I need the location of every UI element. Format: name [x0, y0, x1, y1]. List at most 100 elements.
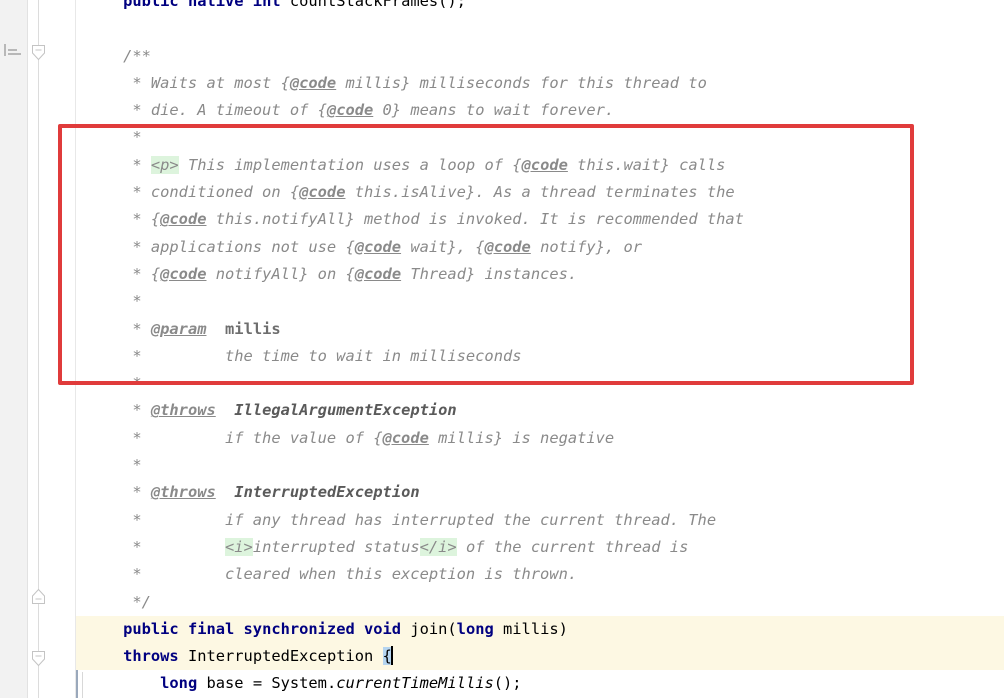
code-token: @code: [160, 210, 207, 229]
line-doc-throws-ie[interactable]: * @throws InterruptedException: [76, 479, 1004, 506]
line-doc-conditioned[interactable]: * conditioned on {@code this.isAlive}. A…: [76, 179, 1004, 206]
text-caret: [390, 646, 393, 666]
annotate-lines-icon[interactable]: [4, 44, 22, 58]
code-token: *: [86, 401, 151, 420]
code-token: long: [160, 674, 198, 693]
editor-fold-gutter[interactable]: [28, 0, 75, 698]
line-countstackframes[interactable]: public native int countStackFrames();: [76, 0, 1004, 15]
line-javadoc-close[interactable]: */: [76, 589, 1004, 616]
line-doc-notifyall-invoked[interactable]: * {@code this.notifyAll} method is invok…: [76, 206, 1004, 233]
code-token: @code: [354, 237, 402, 256]
code-token: *: [86, 319, 151, 338]
line-doc-notifyall-thread[interactable]: * {@code notifyAll} on {@code Thread} in…: [76, 261, 1004, 288]
line-doc-p-impl[interactable]: * <p> This implementation uses a loop of…: [76, 152, 1004, 179]
code-token: * if the value of {: [86, 428, 383, 447]
code-token: this.wait} calls: [567, 155, 726, 174]
code-token: this.notifyAll} method is invoked. It is…: [206, 210, 744, 229]
code-token: *: [86, 374, 142, 393]
code-token: */: [86, 592, 151, 611]
code-token: *: [86, 155, 151, 174]
line-doc-waits[interactable]: * Waits at most {@code millis} milliseco…: [76, 70, 1004, 97]
code-token: @code: [289, 73, 337, 92]
code-token: * {: [86, 210, 161, 229]
code-token: *: [86, 292, 142, 311]
code-token: base = System.: [197, 674, 337, 693]
code-token: /**: [123, 46, 151, 65]
code-token: *: [86, 483, 151, 502]
code-token: millis} milliseconds for this thread to: [336, 73, 707, 92]
code-token: Thread} instances.: [401, 264, 578, 283]
line-method-throws[interactable]: throws InterruptedException {: [76, 643, 1004, 671]
code-token: ();: [493, 674, 522, 693]
code-token: @code: [382, 428, 429, 447]
line-doc-throws-ie-desc2[interactable]: * <i>interrupted status</i> of the curre…: [76, 534, 1004, 561]
code-token: * {: [86, 264, 161, 283]
fold-marker-method-outer[interactable]: [31, 588, 46, 605]
line-blank-1[interactable]: [76, 15, 1004, 42]
code-token: currentTimeMillis: [336, 674, 494, 693]
line-doc-star-3[interactable]: *: [76, 370, 1004, 397]
code-token: of the current thread is: [456, 537, 689, 556]
code-token: millis} is negative: [428, 428, 615, 447]
code-token: * cleared when this exception is thrown.: [86, 565, 578, 584]
code-token: @code: [326, 101, 374, 120]
code-token: @code: [484, 237, 531, 256]
code-token: this.isAlive}. As a thread terminates th…: [345, 183, 735, 202]
code-token: <p>: [150, 155, 179, 174]
code-token: *: [86, 537, 225, 556]
code-token: InterruptedException: [178, 647, 383, 666]
line-doc-param-desc[interactable]: * the time to wait in milliseconds: [76, 343, 1004, 370]
code-token: @throws: [150, 483, 216, 502]
code-token: This implementation uses a loop of {: [178, 155, 522, 174]
code-token: * die. A timeout of {: [86, 101, 327, 120]
code-token: * conditioned on {: [86, 183, 300, 202]
code-token: @throws: [150, 401, 216, 420]
code-text-area[interactable]: public native int countStackFrames(); /*…: [76, 0, 1004, 692]
code-token: notify}, or: [530, 237, 643, 256]
code-token: @param: [150, 319, 207, 338]
line-doc-throws-iae-desc[interactable]: * if the value of {@code millis} is nega…: [76, 425, 1004, 452]
code-token: public native int: [123, 0, 290, 10]
editor-icon-gutter[interactable]: [0, 0, 28, 698]
code-token: </i>: [419, 537, 457, 556]
line-doc-param[interactable]: * @param millis: [76, 316, 1004, 343]
code-editor: public native int countStackFrames(); /*…: [0, 0, 1004, 698]
code-token: millis: [225, 319, 281, 338]
fold-marker-javadoc[interactable]: [31, 44, 46, 61]
code-token: * the time to wait in milliseconds: [86, 346, 522, 365]
code-token: countStackFrames();: [289, 0, 466, 10]
code-token: @code: [160, 264, 207, 283]
code-token: * applications not use {: [86, 237, 355, 256]
line-doc-throws-ie-desc3[interactable]: * cleared when this exception is thrown.: [76, 561, 1004, 588]
line-doc-star-1[interactable]: *: [76, 124, 1004, 151]
line-doc-applications[interactable]: * applications not use {@code wait}, {@c…: [76, 234, 1004, 261]
code-token: <i>: [225, 537, 253, 556]
code-token: long: [456, 619, 494, 638]
line-doc-star-4[interactable]: *: [76, 452, 1004, 479]
code-token: millis): [493, 619, 568, 638]
line-method-signature[interactable]: public final synchronized void join(long…: [76, 615, 1004, 644]
code-token: 0} means to wait forever.: [373, 101, 615, 120]
code-token: @code: [299, 183, 346, 202]
line-doc-throws-ie-desc1[interactable]: * if any thread has interrupted the curr…: [76, 507, 1004, 534]
code-token: @code: [521, 155, 568, 174]
code-token: public final synchronized void: [123, 619, 411, 638]
line-javadoc-open[interactable]: /**: [76, 43, 1004, 70]
code-token: *: [86, 456, 142, 475]
line-doc-star-2[interactable]: *: [76, 288, 1004, 315]
code-token: * if any thread has interrupted the curr…: [86, 510, 717, 529]
line-doc-throws-iae[interactable]: * @throws IllegalArgumentException: [76, 397, 1004, 424]
line-doc-die[interactable]: * die. A timeout of {@code 0} means to w…: [76, 97, 1004, 124]
line-base-assign[interactable]: long base = System.currentTimeMillis();: [76, 670, 1004, 697]
code-token: * Waits at most {: [86, 73, 290, 92]
code-token: join(: [410, 619, 457, 638]
code-token: InterruptedException: [234, 483, 420, 502]
fold-marker-method-body[interactable]: [31, 650, 46, 667]
